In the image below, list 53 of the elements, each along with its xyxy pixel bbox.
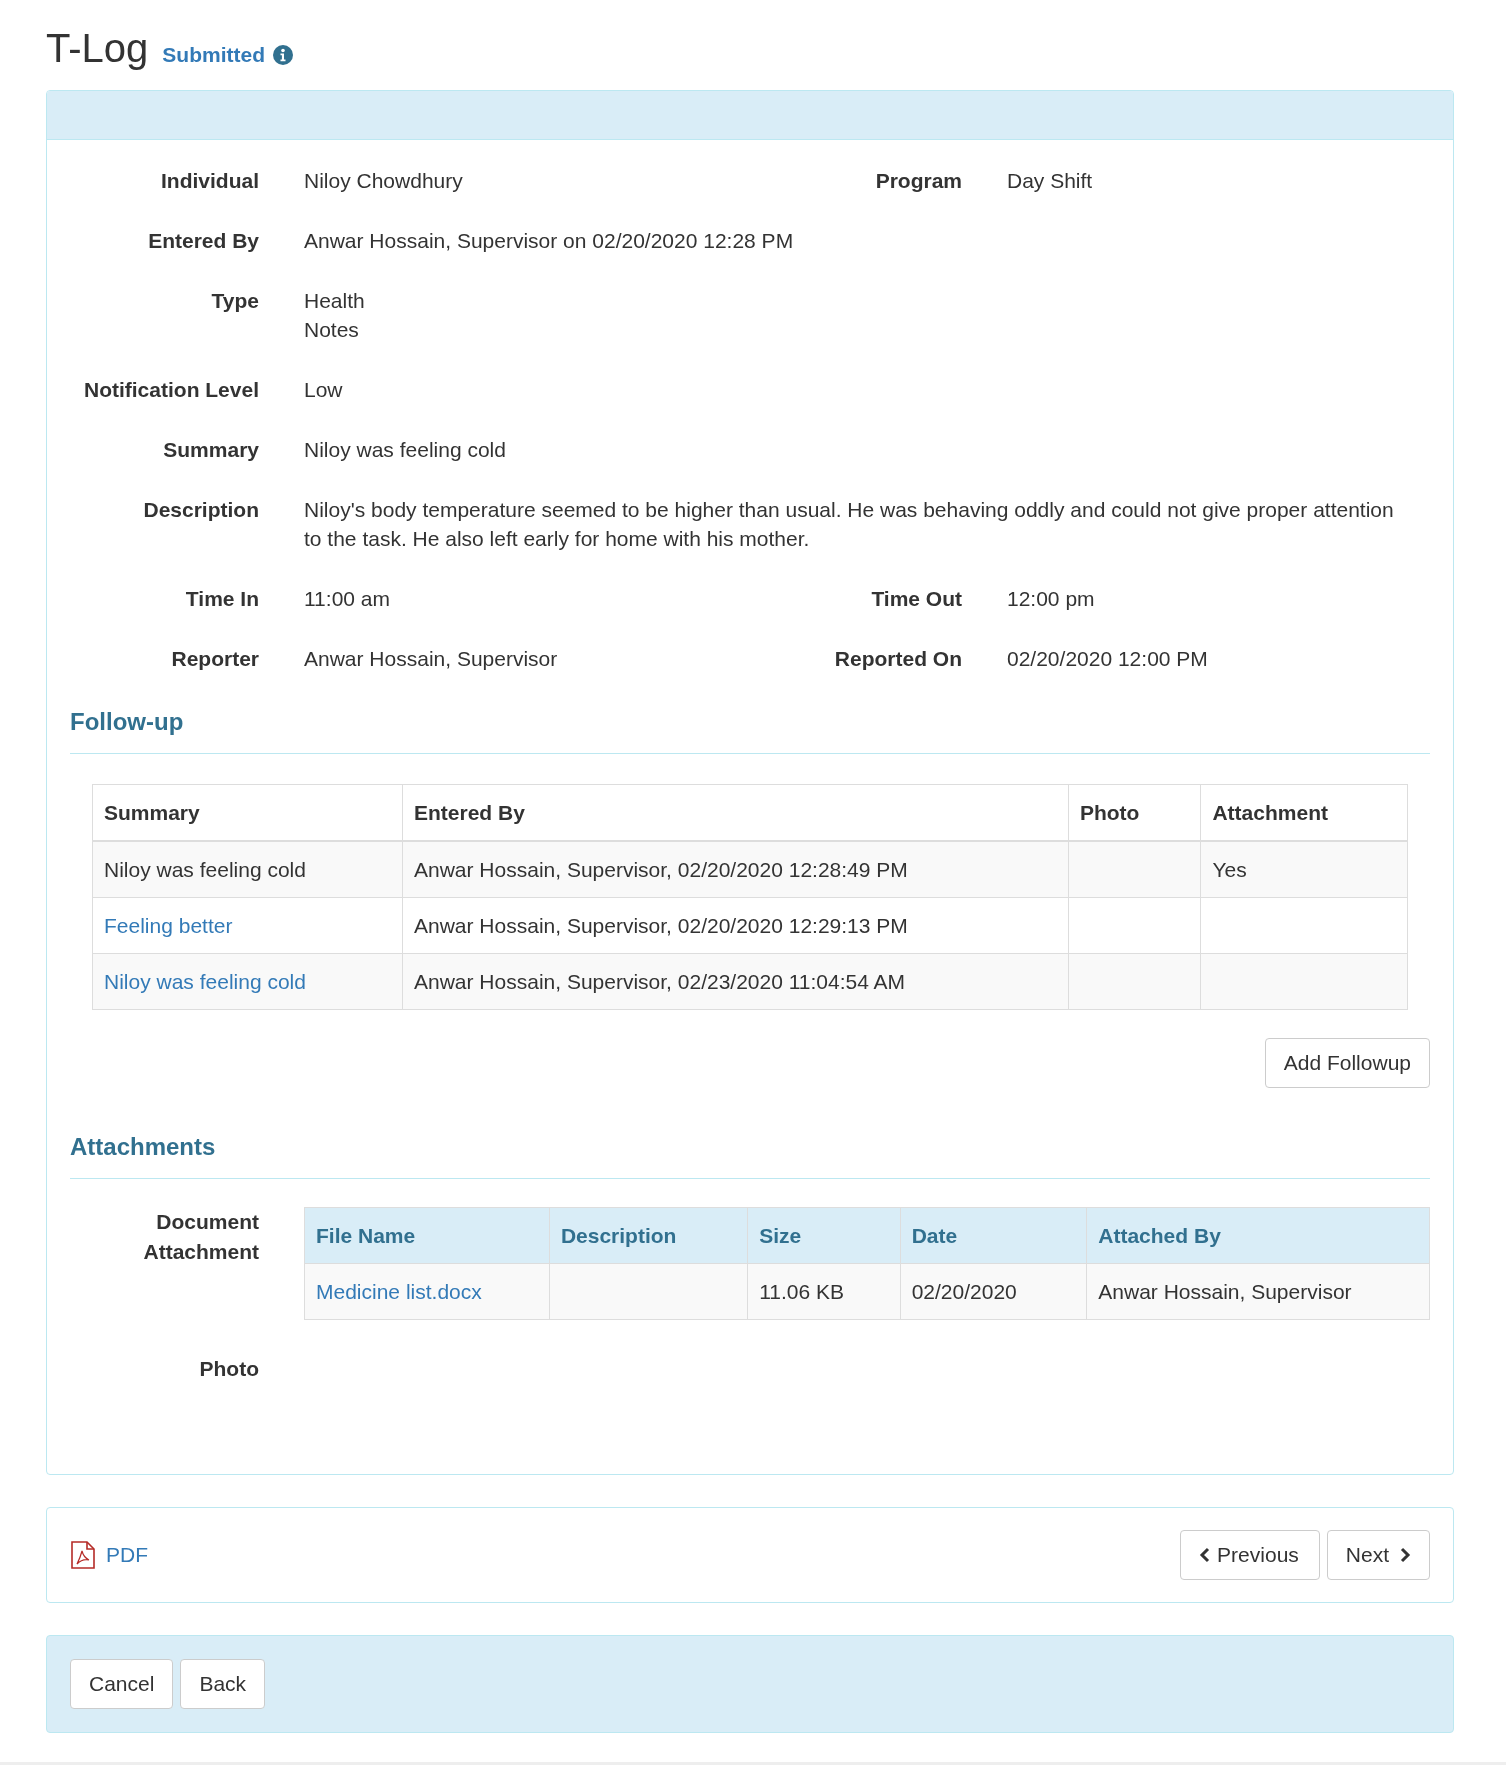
table-cell: Anwar Hossain, Supervisor	[1086, 1263, 1430, 1320]
field-value: Health	[304, 288, 366, 314]
field-label: Entered By	[147, 228, 259, 254]
field-label: Photo	[198, 1356, 259, 1382]
info-icon[interactable]	[272, 45, 293, 65]
column-header: Size	[747, 1207, 901, 1264]
chevron-left-icon	[1199, 1547, 1212, 1563]
field-value: 02/20/2020 12:00 PM	[1007, 646, 1209, 672]
field-label: Document Attachment	[142, 1209, 259, 1265]
field-label: Time In	[184, 586, 259, 612]
field-value: Day Shift	[1007, 168, 1094, 194]
field-value: Niloy was feeling cold	[304, 437, 507, 463]
field-value: 11:00 am	[304, 586, 391, 612]
table-cell: Anwar Hossain, Supervisor, 02/23/2020 11:04:54 AM	[402, 953, 1069, 1010]
table-cell: Yes	[1200, 841, 1408, 898]
next-button[interactable]: Next	[1326, 1530, 1430, 1580]
column-header: Description	[549, 1207, 748, 1264]
field-value: Niloy's body temperature seemed to be higher than usual. He was behaving oddly and could not give proper attention to the task. He also left early for home with his mother.	[304, 497, 1395, 552]
column-header: Date	[900, 1207, 1087, 1264]
field-value: Notes	[304, 317, 360, 343]
field-label: Type	[210, 288, 259, 314]
table-cell: Anwar Hossain, Supervisor, 02/20/2020 12:29:13 PM	[402, 897, 1069, 954]
field-label: Reporter	[170, 646, 259, 672]
section-heading: Follow-up	[70, 691, 1430, 754]
field-label: Individual	[160, 168, 259, 194]
column-header: File Name	[304, 1207, 550, 1264]
field-value: 12:00 pm	[1007, 586, 1096, 612]
field-value: Anwar Hossain, Supervisor	[304, 646, 559, 672]
field-label: Reported On	[833, 646, 962, 672]
back-button[interactable]: Back	[180, 1659, 266, 1709]
table-cell: 02/20/2020	[900, 1263, 1087, 1320]
table-cell: 11.06 KB	[747, 1263, 901, 1320]
previous-button[interactable]: Previous	[1180, 1530, 1320, 1580]
status-label: Submitted	[162, 43, 265, 67]
field-value: Niloy Chowdhury	[304, 168, 464, 194]
field-label: Summary	[162, 437, 259, 463]
followup-link[interactable]: Feeling better	[104, 914, 233, 937]
page-title: T-Log	[46, 26, 149, 70]
field-label: Time Out	[870, 586, 962, 612]
table-cell: Anwar Hossain, Supervisor, 02/20/2020 12:28:49 PM	[402, 841, 1069, 898]
field-label: Program	[874, 168, 962, 194]
field-value: Low	[304, 377, 344, 403]
add-followup-button[interactable]: Add Followup	[1264, 1038, 1430, 1088]
section-heading: Attachments	[70, 1116, 1430, 1179]
pdf-file-icon	[70, 1541, 96, 1569]
field-label: Notification Level	[82, 377, 259, 403]
field-value: Anwar Hossain, Supervisor on 02/20/2020 12:28 PM	[304, 228, 795, 254]
pdf-link[interactable]: PDF	[106, 1543, 148, 1567]
chevron-right-icon	[1399, 1547, 1411, 1563]
column-header: Attached By	[1086, 1207, 1430, 1264]
table-cell: Niloy was feeling cold	[92, 841, 403, 898]
field-label: Description	[142, 497, 259, 523]
cancel-button[interactable]: Cancel	[70, 1659, 174, 1709]
